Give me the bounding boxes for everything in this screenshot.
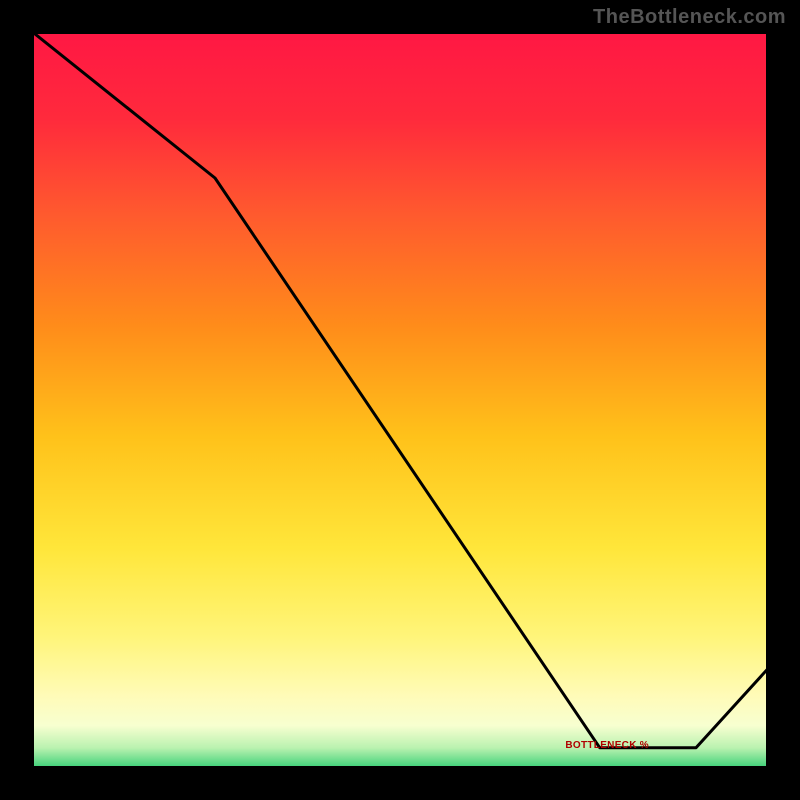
chart-container: TheBottleneck.com BOTTLENECK % [0,0,800,800]
watermark-text: TheBottleneck.com [593,6,786,29]
bottleneck-curve-line [30,30,770,748]
bottleneck-annotation: BOTTLENECK % [565,740,649,751]
plot-line-layer [30,30,770,770]
plot-frame: BOTTLENECK % [30,30,770,770]
